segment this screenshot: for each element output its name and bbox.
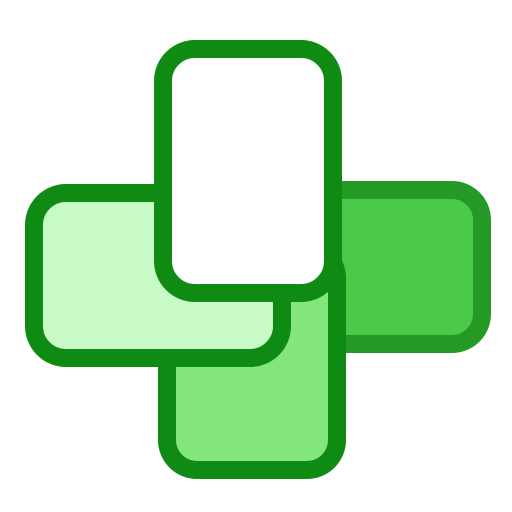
icon-canvas (0, 0, 512, 512)
top-card-shape (154, 40, 342, 302)
plus-cards-icon (25, 40, 491, 479)
